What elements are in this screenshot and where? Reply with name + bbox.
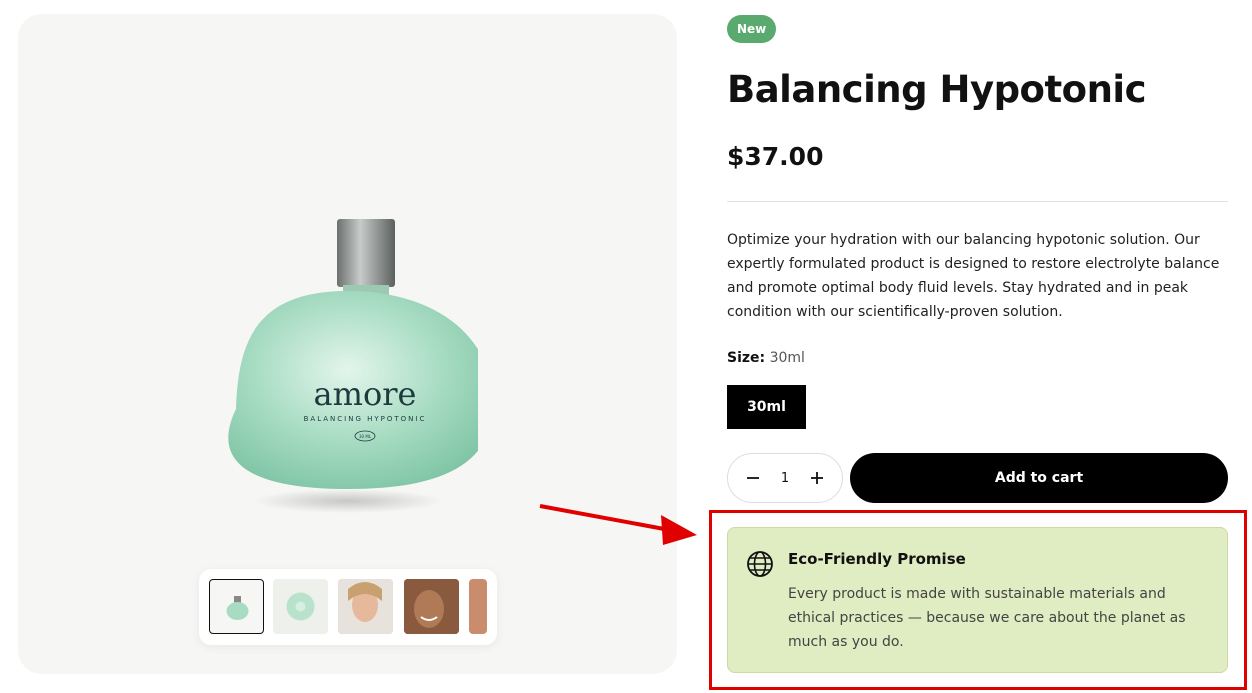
- product-price: $37.00: [727, 142, 824, 171]
- add-to-cart-button[interactable]: Add to cart: [850, 453, 1228, 503]
- model-face-thumb-icon: [338, 579, 393, 634]
- thumbnail-bottle[interactable]: [209, 579, 264, 634]
- thumbnail-strip: [199, 569, 497, 645]
- minus-icon[interactable]: [742, 468, 764, 488]
- size-label: Size:: [727, 350, 766, 366]
- perfume-bottle-illustration: amore BALANCING HYPOTONIC 30 ML: [228, 219, 494, 513]
- product-description: Optimize your hydration with our balanci…: [727, 232, 1220, 320]
- product-gallery: amore BALANCING HYPOTONIC 30 ML: [18, 14, 677, 674]
- eco-title: Eco-Friendly Promise: [788, 550, 966, 568]
- plus-icon[interactable]: [806, 468, 828, 488]
- thumbnail-model-partial[interactable]: [469, 579, 487, 634]
- annotation-arrow: [539, 504, 697, 545]
- thumbnail-bottle-top[interactable]: [273, 579, 328, 634]
- new-badge: New: [727, 15, 777, 43]
- bottle-thumb-icon: [226, 596, 249, 620]
- thumbnail-model-face[interactable]: [338, 579, 393, 634]
- quantity-value[interactable]: 1: [781, 471, 789, 486]
- bottle-volume-text: 30 ML: [359, 434, 372, 439]
- eco-text: Every product is made with sustainable m…: [788, 586, 1186, 650]
- size-selector-label: Size: 30ml: [727, 350, 805, 366]
- thumbnail-model-smile[interactable]: [404, 579, 459, 634]
- size-selected-value: 30ml: [769, 350, 805, 366]
- globe-icon: [746, 550, 774, 578]
- bottle-top-thumb-icon: [286, 592, 315, 621]
- bottle-logo-text: amore: [314, 375, 417, 413]
- bottle-label-text: BALANCING HYPOTONIC: [304, 415, 427, 423]
- quantity-stepper: 1: [727, 453, 843, 503]
- size-option-30ml[interactable]: 30ml: [727, 385, 806, 429]
- product-image: amore BALANCING HYPOTONIC 30 ML: [218, 219, 494, 519]
- divider: [727, 201, 1228, 202]
- model-smile-thumb-icon: [404, 579, 459, 634]
- product-title: Balancing Hypotonic: [727, 68, 1147, 111]
- eco-friendly-panel: Eco-Friendly Promise Every product is ma…: [727, 527, 1228, 673]
